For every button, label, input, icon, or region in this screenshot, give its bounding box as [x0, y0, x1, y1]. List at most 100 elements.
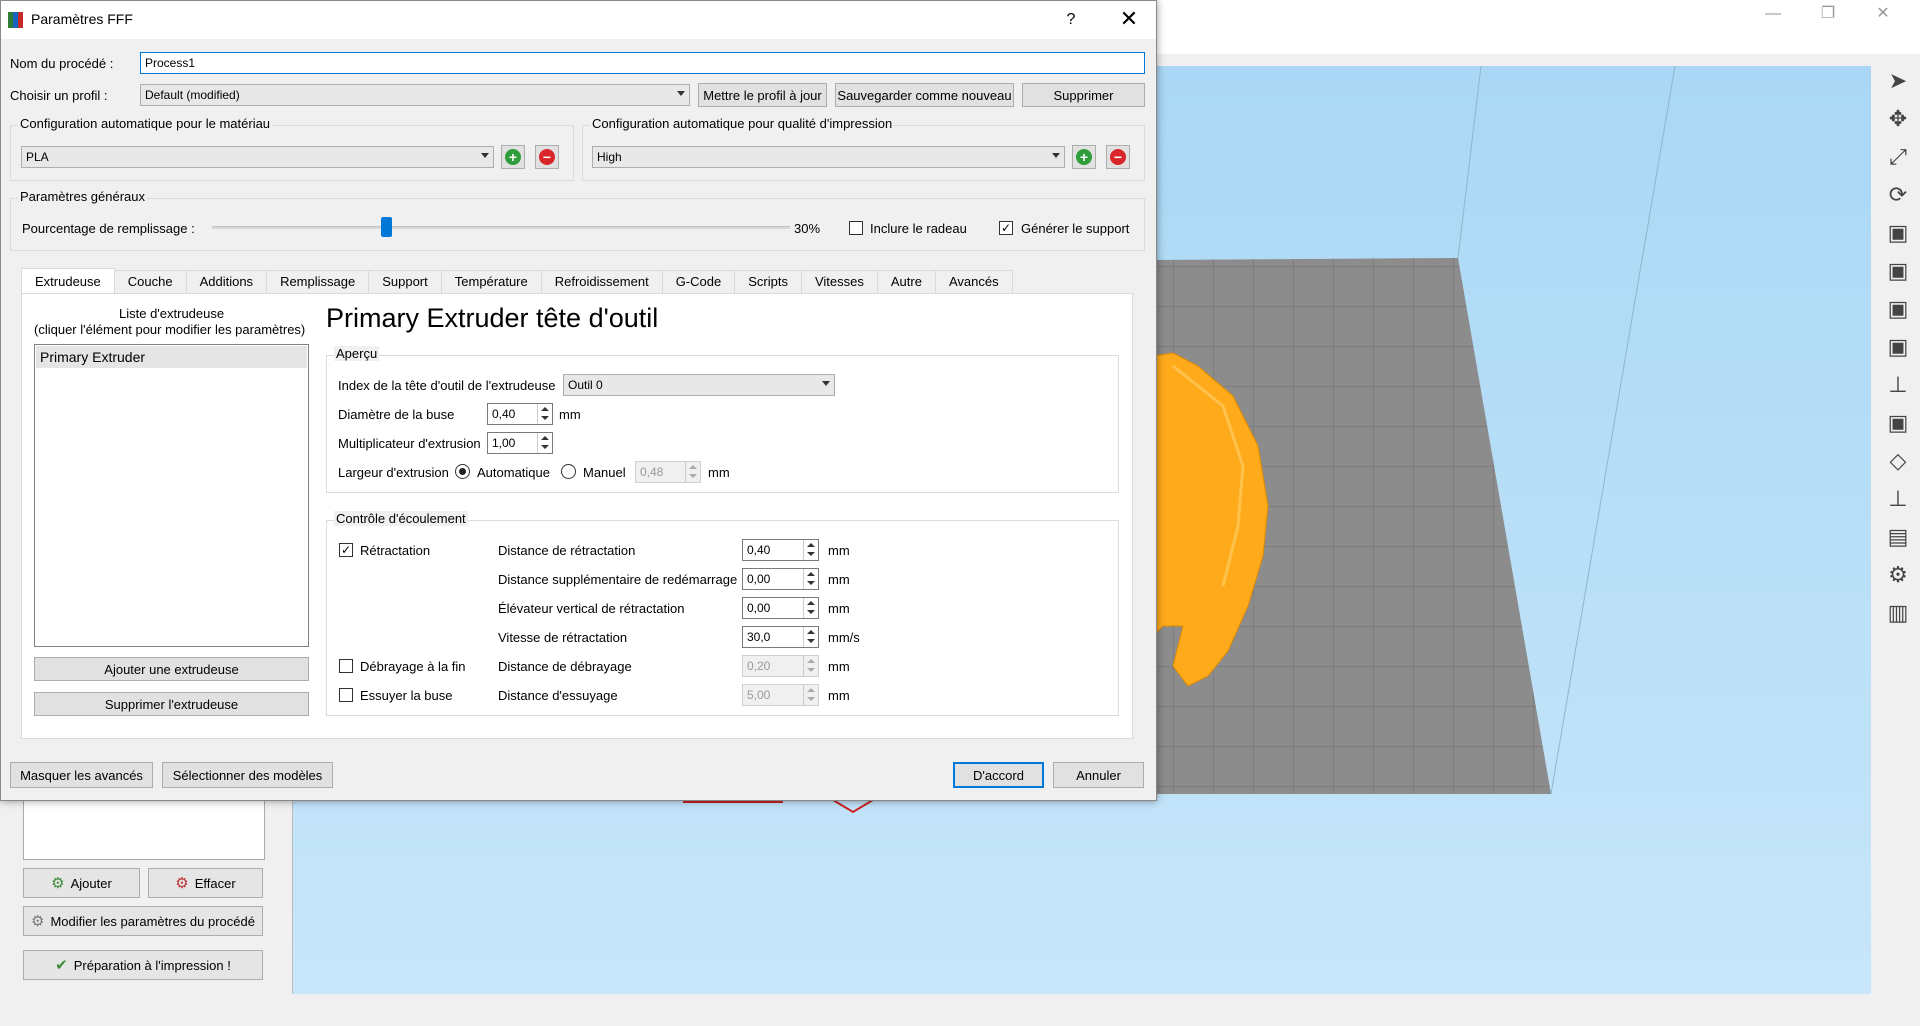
prepare-print-button[interactable]: ✔ Préparation à l'impression !	[23, 950, 263, 980]
retraction-distance-unit: mm	[828, 543, 850, 558]
dialog-titlebar: Paramètres FFF ? ✕	[1, 1, 1156, 39]
spinner-arrows-icon[interactable]	[537, 404, 552, 424]
tab-temperature[interactable]: Température	[440, 270, 542, 293]
add-quality-button[interactable]: +	[1072, 145, 1096, 169]
layers-icon[interactable]: ▥	[1883, 598, 1913, 628]
view-right-icon[interactable]: ▣	[1883, 332, 1913, 362]
scale-tool-icon[interactable]: ⤢	[1883, 142, 1913, 172]
select-models-button[interactable]: Sélectionner des modèles	[162, 762, 333, 788]
settings-gear-icon[interactable]: ⚙	[1883, 560, 1913, 590]
tab-avances[interactable]: Avancés	[934, 270, 1013, 293]
extruder-list-item[interactable]: Primary Extruder	[36, 346, 307, 368]
coast-checkbox[interactable]	[339, 659, 353, 673]
manual-width-radio[interactable]	[561, 464, 576, 479]
build-volume-edge	[1550, 66, 1676, 795]
extrusion-multiplier-input[interactable]: 1,00	[487, 432, 553, 454]
retraction-checkbox[interactable]: ✓	[339, 543, 353, 557]
add-process-button[interactable]: ⚙ Ajouter	[23, 868, 140, 898]
tab-support[interactable]: Support	[368, 270, 442, 293]
raft-checkbox[interactable]	[849, 221, 863, 235]
tab-remplissage[interactable]: Remplissage	[266, 270, 370, 293]
extrusion-width-label: Largeur d'extrusion	[338, 465, 449, 480]
wireframe-view-icon[interactable]: ◇	[1883, 446, 1913, 476]
right-toolbar: ➤ ✥ ⤢ ⟳ ▣ ▣ ▣ ▣ ⊥ ▣ ◇ ⊥ ▤ ⚙ ▥	[1875, 62, 1920, 994]
maximize-button[interactable]: ❐	[1805, 0, 1851, 30]
view-back-icon[interactable]: ▣	[1883, 256, 1913, 286]
hide-advanced-button[interactable]: Masquer les avancés	[10, 762, 153, 788]
nozzle-diameter-label: Diamètre de la buse	[338, 407, 455, 422]
remove-material-button[interactable]: −	[535, 145, 559, 169]
spinner-arrows-icon[interactable]	[685, 462, 700, 482]
tab-extrudeuse[interactable]: Extrudeuse	[21, 268, 115, 293]
vertical-lift-input[interactable]: 0,00	[742, 597, 819, 619]
delete-profile-button[interactable]: Supprimer	[1022, 83, 1145, 107]
remove-extruder-button[interactable]: Supprimer l'extrudeuse	[34, 692, 309, 716]
plus-icon: +	[1076, 149, 1092, 165]
tab-additions[interactable]: Additions	[185, 270, 268, 293]
rotate-tool-icon[interactable]: ⟳	[1883, 180, 1913, 210]
tab-gcode[interactable]: G-Code	[661, 270, 736, 293]
axes-view-icon[interactable]: ⊥	[1883, 370, 1913, 400]
ok-button[interactable]: D'accord	[953, 762, 1044, 788]
cross-section-icon[interactable]: ▤	[1883, 522, 1913, 552]
spinner-arrows-icon[interactable]	[803, 569, 818, 589]
minimize-button[interactable]: —	[1750, 0, 1796, 30]
quality-group-title: Configuration automatique pour qualité d…	[590, 116, 895, 131]
coast-distance-input[interactable]: 0,20	[742, 655, 819, 677]
wipe-distance-input[interactable]: 5,00	[742, 684, 819, 706]
vertical-lift-label: Élévateur vertical de rétractation	[498, 601, 685, 616]
select-tool-icon[interactable]: ➤	[1883, 66, 1913, 96]
tab-vitesses[interactable]: Vitesses	[800, 270, 878, 293]
retraction-speed-input[interactable]: 30,0	[742, 626, 819, 648]
profile-select[interactable]: Default (modified)	[140, 84, 690, 106]
spinner-arrows-icon[interactable]	[803, 685, 818, 705]
build-volume-edge	[1457, 66, 1482, 259]
restart-distance-label: Distance supplémentaire de redémarrage	[498, 572, 738, 587]
nozzle-diameter-input[interactable]: 0,40	[487, 403, 553, 425]
support-checkbox[interactable]: ✓	[999, 221, 1013, 235]
save-as-new-button[interactable]: Sauvegarder comme nouveau	[835, 83, 1014, 107]
cancel-button[interactable]: Annuler	[1053, 762, 1144, 788]
auto-width-radio[interactable]	[455, 464, 470, 479]
view-front-icon[interactable]: ▣	[1883, 218, 1913, 248]
add-extruder-button[interactable]: Ajouter une extrudeuse	[34, 657, 309, 681]
process-name-input[interactable]: Process1	[140, 52, 1145, 74]
spinner-arrows-icon[interactable]	[803, 627, 818, 647]
fff-settings-dialog: Paramètres FFF ? ✕ Nom du procédé : Proc…	[0, 0, 1157, 801]
move-tool-icon[interactable]: ✥	[1883, 104, 1913, 134]
extruder-list[interactable]: Primary Extruder	[34, 344, 309, 647]
add-material-button[interactable]: +	[501, 145, 525, 169]
infill-slider-track[interactable]	[212, 226, 790, 229]
edit-process-settings-button[interactable]: ⚙ Modifier les paramètres du procédé	[23, 906, 263, 936]
tab-scripts[interactable]: Scripts	[734, 270, 802, 293]
spinner-arrows-icon[interactable]	[803, 540, 818, 560]
spinner-arrows-icon[interactable]	[803, 656, 818, 676]
plus-icon: +	[505, 149, 521, 165]
wipe-distance-label: Distance d'essuyage	[498, 688, 618, 703]
tab-autre[interactable]: Autre	[876, 270, 936, 293]
view-left-icon[interactable]: ▣	[1883, 294, 1913, 324]
spinner-arrows-icon[interactable]	[537, 433, 552, 453]
retraction-speed-unit: mm/s	[828, 630, 860, 645]
material-select[interactable]: PLA	[21, 146, 494, 168]
close-window-button[interactable]: ✕	[1860, 0, 1906, 30]
tool-index-select[interactable]: Outil 0	[563, 374, 835, 396]
help-button[interactable]: ?	[1056, 7, 1086, 33]
restart-distance-input[interactable]: 0,00	[742, 568, 819, 590]
clear-process-button[interactable]: ⚙ Effacer	[148, 868, 263, 898]
update-profile-button[interactable]: Mettre le profil à jour	[698, 83, 827, 107]
spinner-arrows-icon[interactable]	[803, 598, 818, 618]
wipe-checkbox[interactable]	[339, 688, 353, 702]
support-label: Générer le support	[1021, 221, 1130, 236]
raft-label: Inclure le radeau	[870, 221, 967, 236]
solid-view-icon[interactable]: ▣	[1883, 408, 1913, 438]
close-dialog-button[interactable]: ✕	[1111, 5, 1147, 35]
normal-view-icon[interactable]: ⊥	[1883, 484, 1913, 514]
quality-select[interactable]: High	[592, 146, 1065, 168]
extrusion-width-input[interactable]: 0,48	[635, 461, 701, 483]
retraction-distance-input[interactable]: 0,40	[742, 539, 819, 561]
infill-slider-thumb[interactable]	[381, 217, 392, 237]
remove-quality-button[interactable]: −	[1106, 145, 1130, 169]
tab-couche[interactable]: Couche	[113, 270, 187, 293]
tab-refroidissement[interactable]: Refroidissement	[540, 270, 663, 293]
